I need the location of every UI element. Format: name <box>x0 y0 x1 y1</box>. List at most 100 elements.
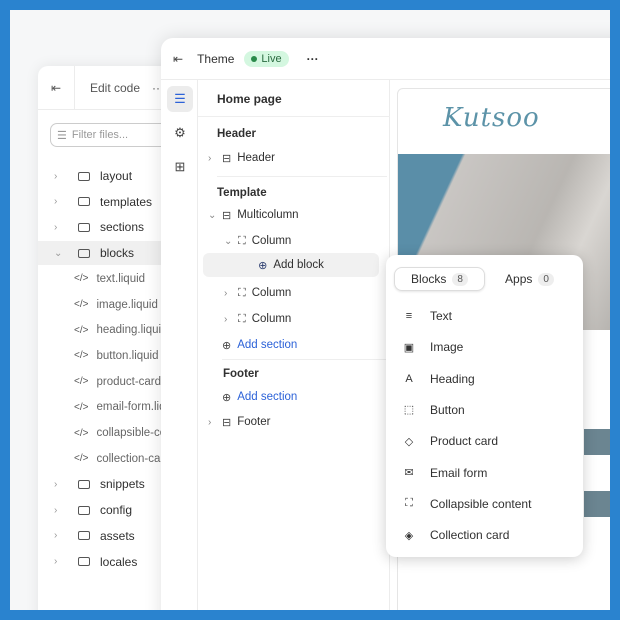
folder-label: locales <box>100 554 138 569</box>
collection-card-icon: ◈ <box>404 529 414 542</box>
plus-circle-icon: ⊕ <box>222 391 232 404</box>
tree-item-column[interactable]: ⌄ ⛶ Column <box>224 231 291 251</box>
block-item-heading[interactable]: A Heading <box>386 365 583 393</box>
folder-icon <box>78 197 90 207</box>
block-label: Button <box>430 402 465 417</box>
block-item-collection-card[interactable]: ◈ Collection card <box>386 521 583 549</box>
page-title: Home page <box>217 92 282 106</box>
store-logo: Kutsoo <box>443 103 540 133</box>
tree-item-column[interactable]: › ⛶ Column <box>224 283 291 303</box>
stage: ⇤ Edit code ··· ☰ Filter files... › layout… <box>10 10 610 610</box>
add-section-button[interactable]: ⊕ Add section <box>222 335 297 355</box>
block-item-image[interactable]: ▣ Image <box>386 333 583 361</box>
code-editor-panel: ⇤ Edit code ··· ☰ Filter files... › layout… <box>38 65 222 610</box>
email-form-icon: ✉ <box>404 467 414 479</box>
file-name: text.liquid <box>96 272 146 285</box>
folder-icon <box>78 222 90 232</box>
header-group-label: Header <box>217 128 256 140</box>
column-icon: ⛶ <box>238 312 246 325</box>
add-block-button[interactable]: ⊕ Add block <box>203 253 379 277</box>
tree-item-column[interactable]: › ⛶ Column <box>224 309 291 329</box>
code-file-icon: </> <box>74 376 89 388</box>
column-icon: ⛶ <box>238 234 246 247</box>
folder-icon <box>78 531 90 541</box>
block-label: Collection card <box>430 528 510 543</box>
collapsible-content-icon: ⛶ <box>405 497 413 510</box>
folder-label: config <box>100 503 133 518</box>
folder-label: snippets <box>100 477 145 492</box>
column-icon: ⛶ <box>238 286 246 299</box>
folder-label: sections <box>100 220 145 235</box>
chevron-right-icon: › <box>54 196 58 208</box>
plus-circle-icon: ⊕ <box>222 339 232 352</box>
block-item-collapsible-content[interactable]: ⛶ Collapsible content <box>386 490 583 518</box>
live-badge: Live <box>244 50 289 67</box>
folder-label: assets <box>100 528 135 543</box>
tree-item-footer[interactable]: › ⊟ Footer <box>208 412 270 432</box>
text-icon: ≡ <box>405 310 413 322</box>
code-file-icon: </> <box>74 401 89 413</box>
chevron-right-icon: › <box>54 170 58 182</box>
template-group-label: Template <box>217 187 267 199</box>
folder-icon <box>78 171 90 181</box>
icon-rail: ☰ ⚙ ⊞ <box>161 80 198 610</box>
file-name: image.liquid <box>96 298 158 311</box>
product-image <box>584 491 610 517</box>
block-item-text[interactable]: ≡ Text <box>386 302 583 330</box>
code-file-icon: </> <box>74 427 89 439</box>
block-item-product-card[interactable]: ◇ Product card <box>386 427 583 455</box>
code-file-icon: </> <box>74 453 89 465</box>
footer-group-label: Footer <box>223 368 259 380</box>
code-file-icon: </> <box>74 324 89 336</box>
block-item-button[interactable]: ⬚ Button <box>386 396 583 424</box>
product-image <box>584 429 610 455</box>
button-icon: ⬚ <box>403 404 415 417</box>
apps-icon[interactable]: ⊞ <box>167 154 193 180</box>
file-name: button.liquid <box>96 349 159 362</box>
tab-apps[interactable]: Apps 0 <box>485 267 574 291</box>
tab-blocks[interactable]: Blocks 8 <box>394 267 485 291</box>
chevron-right-icon: › <box>54 530 58 542</box>
folder-icon <box>78 479 90 489</box>
code-file-icon: </> <box>74 299 89 310</box>
code-file-icon: </> <box>74 273 89 285</box>
sections-icon[interactable]: ☰ <box>167 86 193 112</box>
tree-item-multicolumn[interactable]: ⌄ ⊟ Multicolumn <box>208 205 299 225</box>
filter-icon: ☰ <box>57 129 67 142</box>
block-label: Product card <box>430 434 499 449</box>
more-button[interactable]: ··· <box>307 52 319 66</box>
tree-item-header[interactable]: › ⊟ Header <box>208 148 275 168</box>
section-icon: ⊟ <box>222 152 232 165</box>
block-label: Image <box>430 340 464 355</box>
file-name: heading.liquid <box>96 324 168 337</box>
chevron-right-icon: › <box>54 478 58 490</box>
gear-icon[interactable]: ⚙ <box>167 120 193 146</box>
exit-icon[interactable]: ⇤ <box>38 65 75 110</box>
heading-icon: A <box>405 372 413 385</box>
section-icon: ⊟ <box>222 209 232 222</box>
block-item-email-form[interactable]: ✉ Email form <box>386 459 583 487</box>
chevron-right-icon: › <box>54 504 58 516</box>
theme-title: Theme <box>197 51 235 66</box>
image-icon: ▣ <box>403 341 415 354</box>
exit-icon[interactable]: ⇤ <box>173 52 183 66</box>
block-label: Text <box>430 309 453 323</box>
chevron-right-icon: › <box>54 221 58 233</box>
product-card-icon: ◇ <box>404 435 414 448</box>
folder-label: templates <box>100 194 153 209</box>
section-tree: Home page Header › ⊟ Header Template ⌄ ⊟ Mul… <box>198 80 390 610</box>
chevron-down-icon: ⌄ <box>54 247 63 259</box>
folder-label: layout <box>100 169 133 183</box>
section-icon: ⊟ <box>222 416 232 429</box>
folder-icon <box>78 557 90 566</box>
add-section-button[interactable]: ⊕ Add section <box>222 387 297 407</box>
code-panel-title: Edit code <box>90 80 141 95</box>
chevron-right-icon: › <box>54 556 58 567</box>
add-block-popover: Blocks 8 Apps 0 ≡ Text ▣ Image A Heading ⬚ Button… <box>386 255 583 557</box>
block-label: Collapsible content <box>430 496 532 511</box>
folder-icon <box>78 248 90 258</box>
folder-icon <box>78 505 90 515</box>
code-file-icon: </> <box>74 350 89 362</box>
block-label: Heading <box>430 371 475 386</box>
plus-circle-icon: ⊕ <box>258 259 268 272</box>
